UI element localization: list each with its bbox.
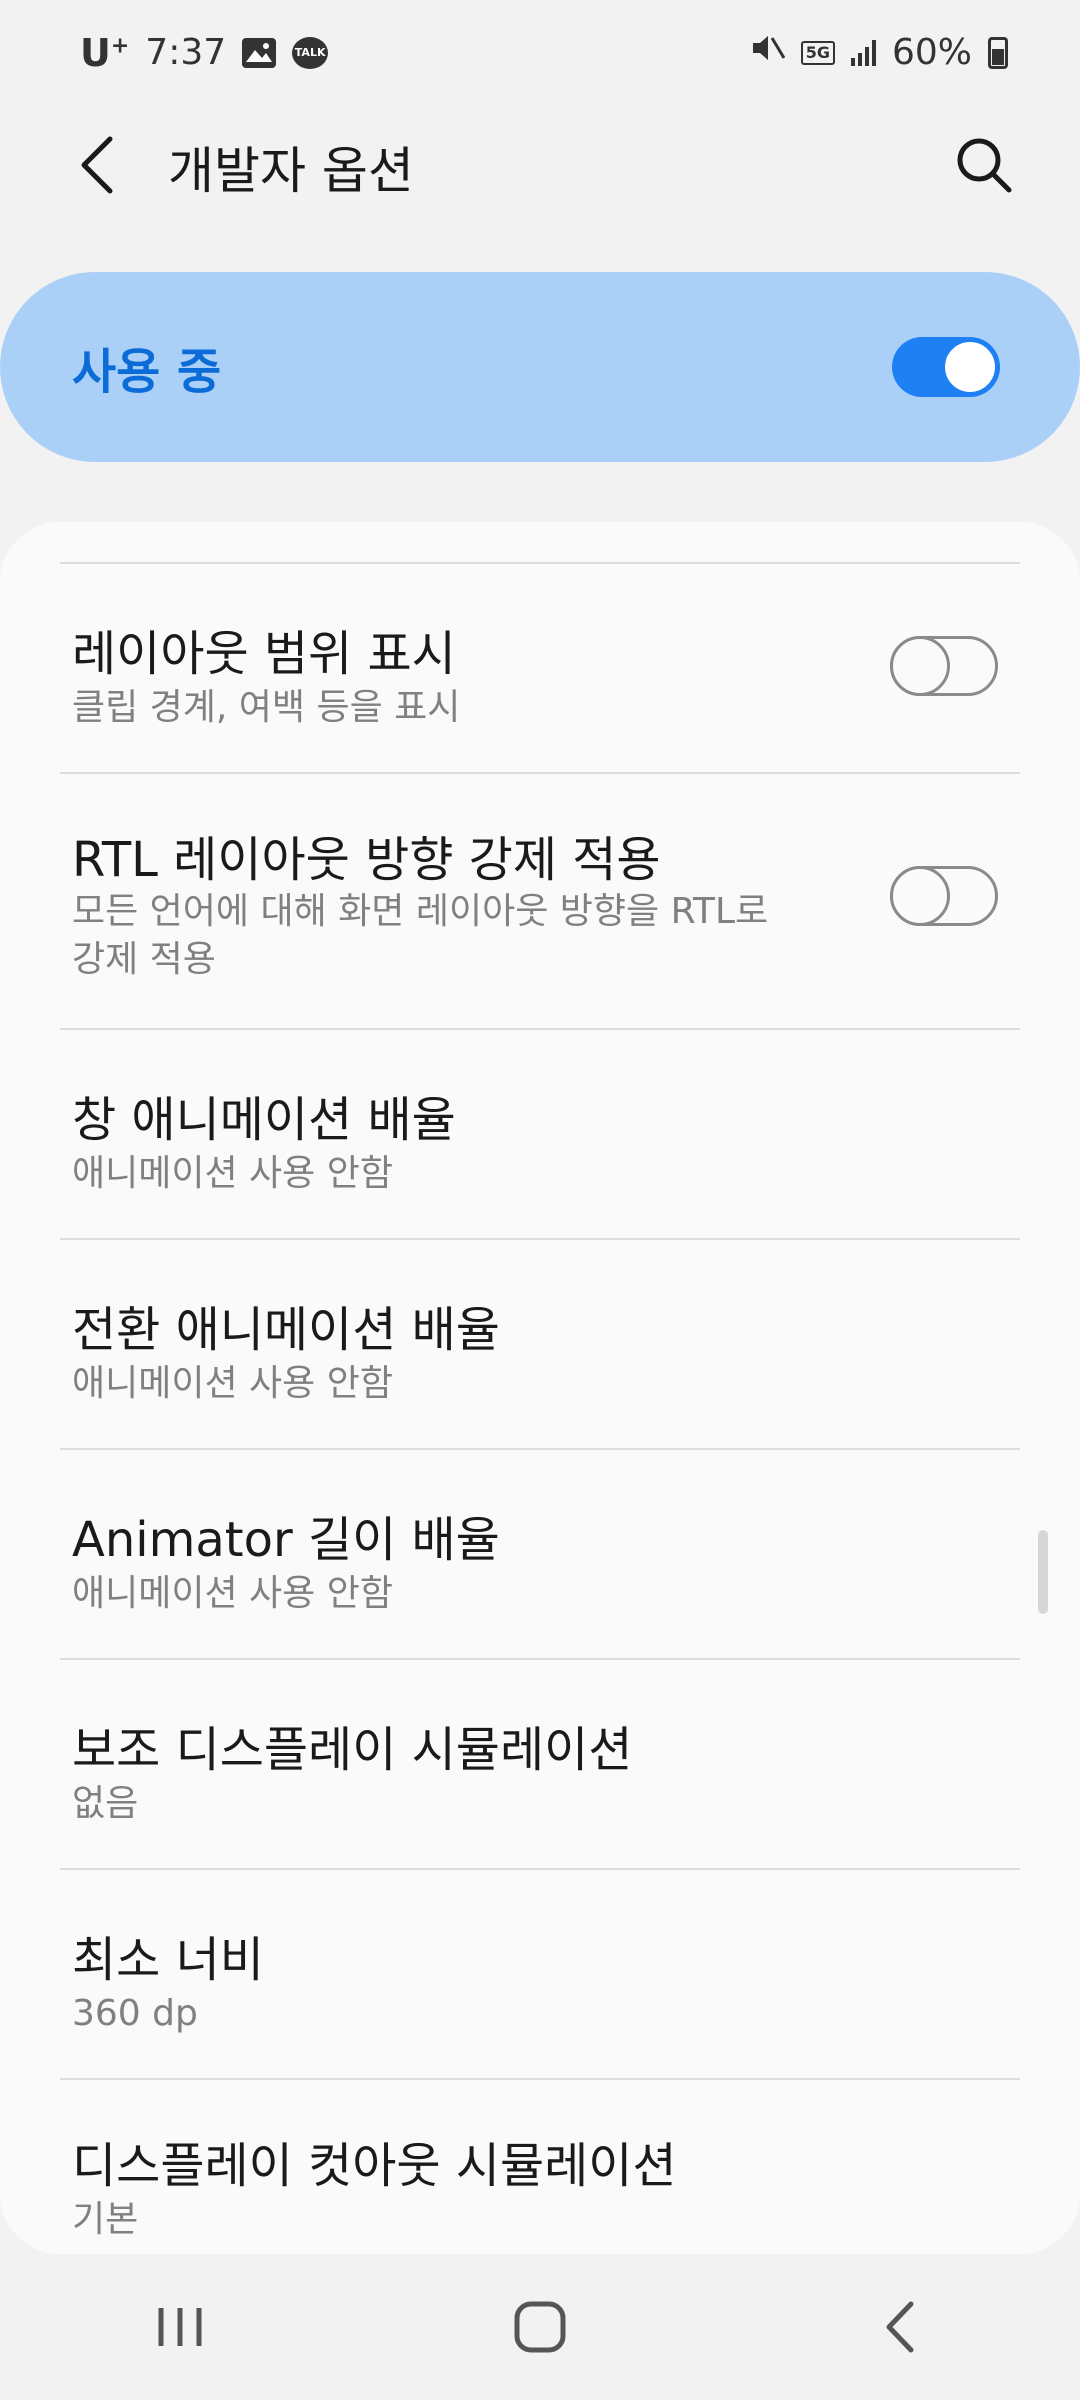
setting-subtitle: 클립 경계, 여백 등을 표시 <box>72 687 461 728</box>
home-button[interactable] <box>470 2277 610 2377</box>
setting-subtitle: 360 dp <box>72 1993 198 2034</box>
recent-apps-icon <box>158 2308 202 2346</box>
clock: 7:37 <box>145 32 227 73</box>
setting-title: 디스플레이 컷아웃 시뮬레이션 <box>72 2138 677 2194</box>
setting-title: Animator 길이 배율 <box>72 1512 500 1568</box>
setting-subtitle: 애니메이션 사용 안함 <box>72 1363 393 1404</box>
layout-bounds-toggle[interactable] <box>890 636 998 696</box>
setting-title: 전환 애니메이션 배율 <box>72 1302 500 1358</box>
signal-icon <box>850 39 876 66</box>
nav-back-button[interactable] <box>830 2277 970 2377</box>
mute-icon <box>751 32 786 73</box>
status-bar: U+ 7:37 TALK 5G 60% <box>0 0 1080 105</box>
back-arrow-icon <box>81 136 113 194</box>
chevron-left-icon <box>886 2301 914 2353</box>
toggle-knob <box>890 636 950 696</box>
setting-transition-animation-scale[interactable]: 전환 애니메이션 배율 애니메이션 사용 안함 <box>60 1240 1020 1450</box>
setting-title: 최소 너비 <box>72 1932 264 1988</box>
toggle-knob <box>942 339 998 395</box>
scrollbar[interactable] <box>1038 1530 1048 1614</box>
setting-title: 창 애니메이션 배율 <box>72 1092 456 1148</box>
settings-list: 레이아웃 범위 표시 클립 경계, 여백 등을 표시 RTL 레이아웃 방향 강… <box>0 522 1080 2254</box>
page-title: 개발자 옵션 <box>168 142 414 200</box>
setting-title: RTL 레이아웃 방향 강제 적용 <box>72 832 661 888</box>
battery-icon <box>988 36 1008 69</box>
network-5g-icon: 5G <box>800 40 835 65</box>
setting-title: 레이아웃 범위 표시 <box>72 626 456 682</box>
search-button[interactable] <box>948 129 1020 201</box>
setting-show-layout-bounds[interactable]: 레이아웃 범위 표시 클립 경계, 여백 등을 표시 <box>60 564 1020 774</box>
home-icon <box>514 2301 566 2353</box>
setting-title: 보조 디스플레이 시뮬레이션 <box>72 1722 633 1778</box>
setting-subtitle-line2: 강제 적용 <box>72 939 216 980</box>
setting-window-animation-scale[interactable]: 창 애니메이션 배율 애니메이션 사용 안함 <box>60 1030 1020 1240</box>
setting-subtitle-line1: 모든 언어에 대해 화면 레이아웃 방향을 RTL로 <box>72 891 769 932</box>
gallery-icon <box>242 37 277 68</box>
setting-force-rtl[interactable]: RTL 레이아웃 방향 강제 적용 모든 언어에 대해 화면 레이아웃 방향을 … <box>60 774 1020 1030</box>
setting-subtitle: 기본 <box>72 2199 139 2240</box>
toggle-knob <box>890 866 950 926</box>
carrier-label: U+ <box>80 30 130 75</box>
setting-smallest-width[interactable]: 최소 너비 360 dp <box>60 1870 1020 2080</box>
app-header: 개발자 옵션 <box>0 105 1080 225</box>
navigation-bar <box>0 2254 1080 2400</box>
master-switch-label: 사용 중 <box>72 344 222 400</box>
setting-subtitle: 애니메이션 사용 안함 <box>72 1573 393 1614</box>
setting-animator-duration-scale[interactable]: Animator 길이 배율 애니메이션 사용 안함 <box>60 1450 1020 1660</box>
status-left: U+ 7:37 TALK <box>80 30 329 75</box>
back-button[interactable] <box>62 129 134 201</box>
setting-secondary-display-simulation[interactable]: 보조 디스플레이 시뮬레이션 없음 <box>60 1660 1020 1870</box>
master-toggle[interactable] <box>892 337 1000 397</box>
master-switch-bar[interactable]: 사용 중 <box>0 272 1080 462</box>
battery-percent: 60% <box>891 32 972 73</box>
setting-subtitle: 없음 <box>72 1783 139 1824</box>
search-icon <box>957 138 1012 193</box>
kakaotalk-icon: TALK <box>292 36 329 69</box>
status-right: 5G 60% <box>751 32 1008 73</box>
force-rtl-toggle[interactable] <box>890 866 998 926</box>
setting-display-cutout-simulation[interactable]: 디스플레이 컷아웃 시뮬레이션 기본 <box>60 2080 1020 2254</box>
setting-subtitle: 애니메이션 사용 안함 <box>72 1153 393 1194</box>
recent-apps-button[interactable] <box>110 2277 250 2377</box>
